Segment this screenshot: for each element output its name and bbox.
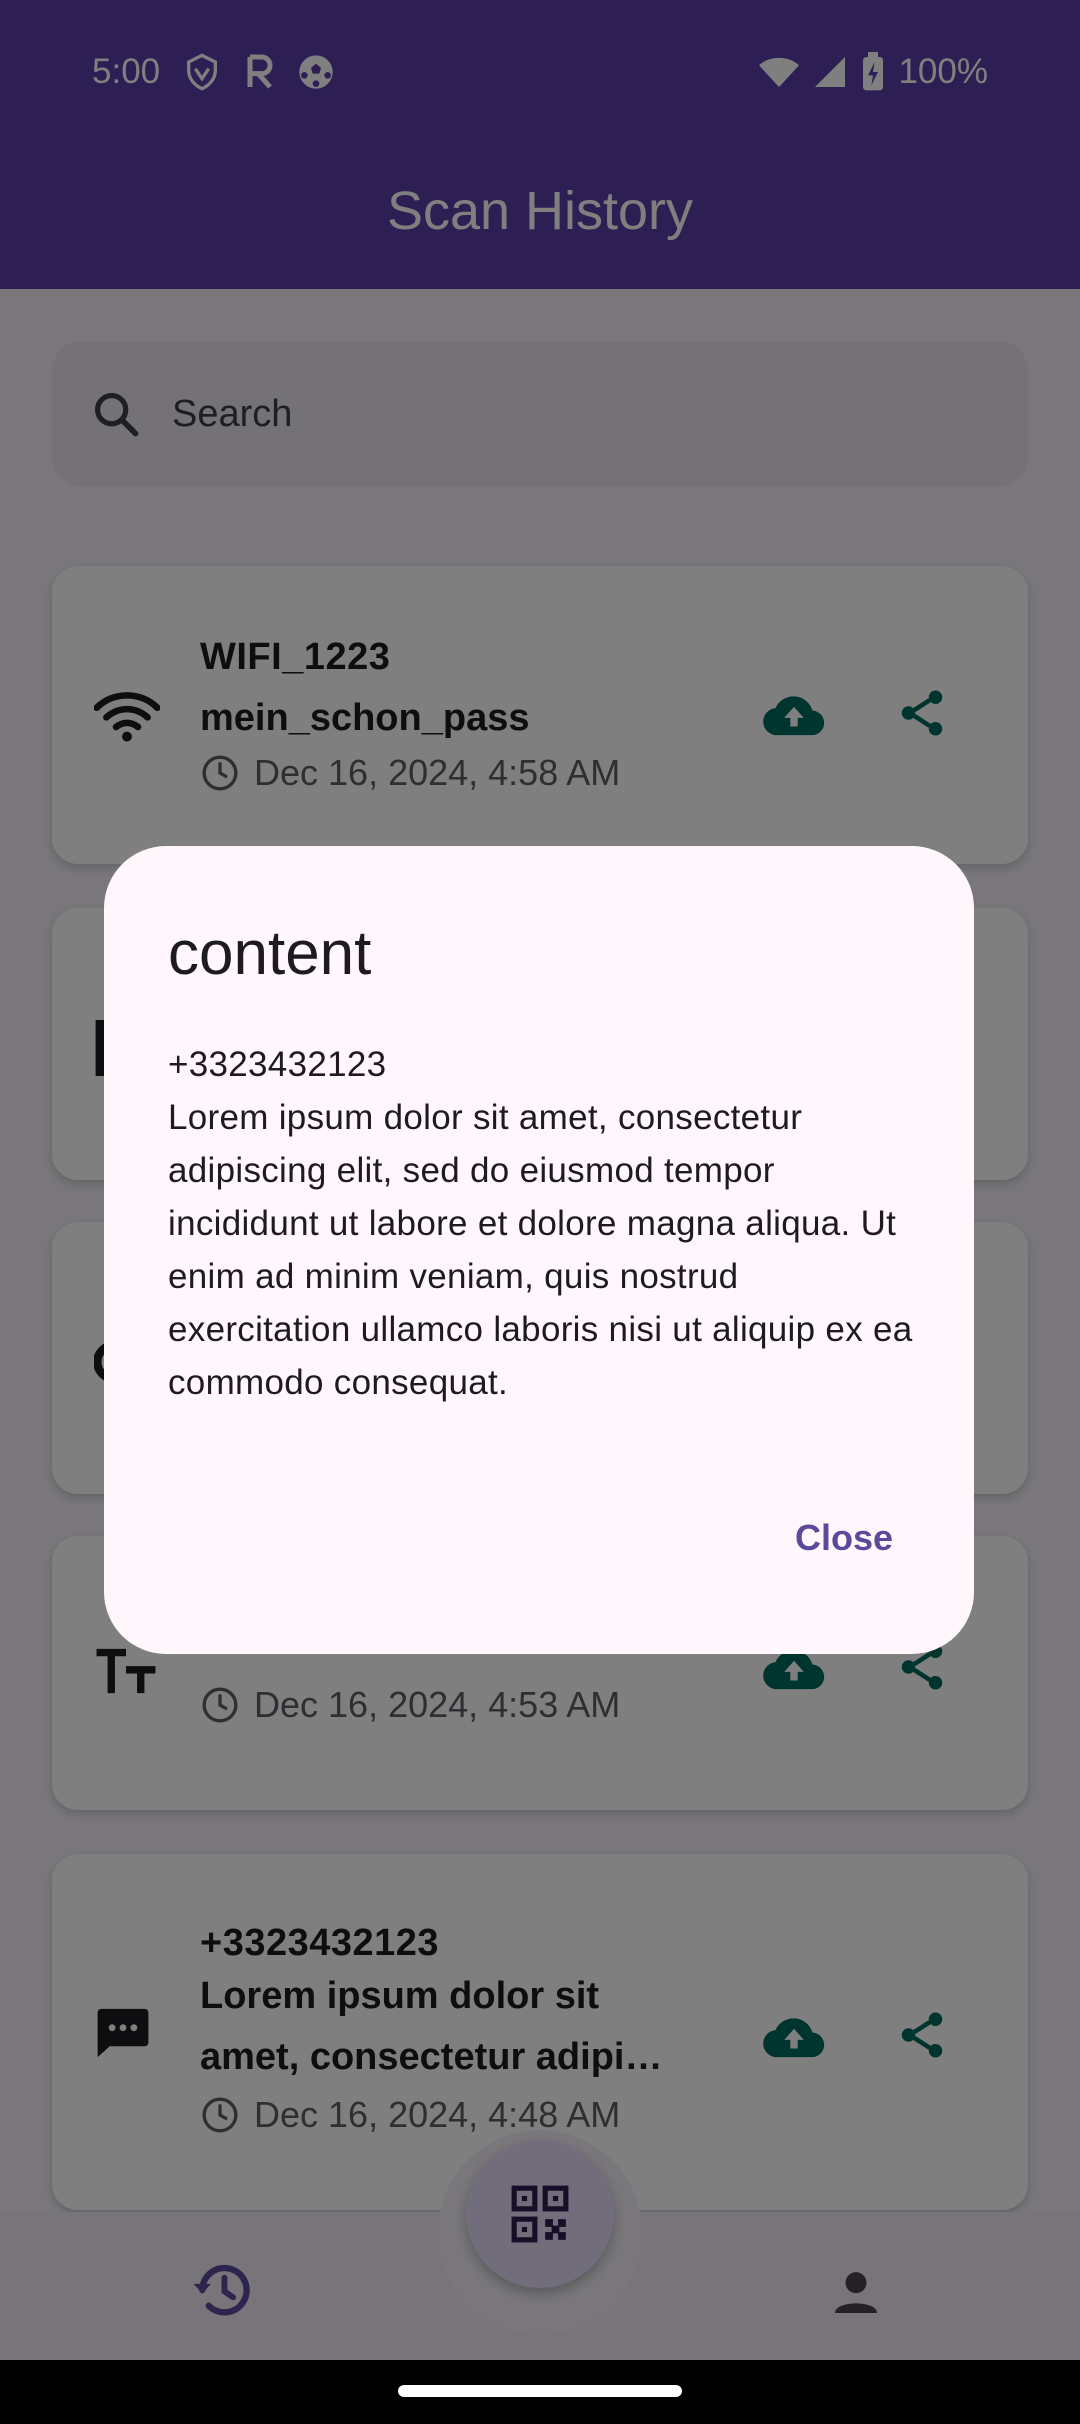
- dialog-body: +3323432123 Lorem ipsum dolor sit amet, …: [168, 1045, 913, 1402]
- content-dialog: content +3323432123 Lorem ipsum dolor si…: [104, 846, 974, 1654]
- close-button[interactable]: Close: [754, 1498, 934, 1578]
- gesture-handle[interactable]: [398, 2385, 682, 2397]
- dialog-title: content: [168, 919, 372, 988]
